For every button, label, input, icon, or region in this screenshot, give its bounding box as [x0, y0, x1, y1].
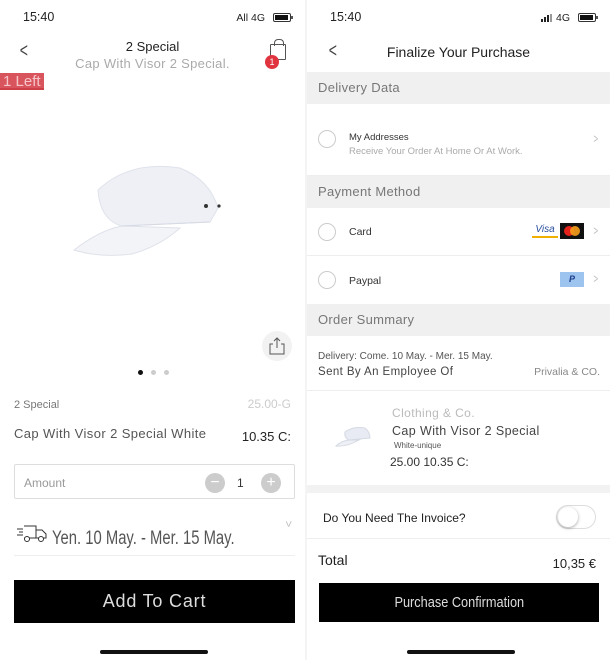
page-title: 2 Special: [125, 39, 180, 54]
chevron-down-icon: >: [281, 520, 294, 528]
paypal-label: Paypal: [349, 275, 382, 287]
address-subtitle: Receive Your Order At Home Or At Work.: [349, 146, 523, 157]
delivery-truck-icon: [17, 525, 47, 542]
home-indicator[interactable]: [407, 650, 515, 654]
address-option[interactable]: My Addresses Receive Your Order At Home …: [307, 104, 610, 176]
card-label: Card: [349, 226, 372, 238]
network-indicator: 4G: [555, 12, 570, 24]
battery-icon: [578, 13, 598, 22]
address-title: My Addresses: [349, 132, 409, 143]
order-item-brand: Clothing & Co.: [392, 406, 475, 420]
order-item-price: 25.00 10.35 C:: [390, 455, 469, 469]
order-summary-header: Order Summary: [307, 304, 610, 336]
total-label: Total: [318, 552, 348, 568]
carousel-dots[interactable]: [138, 362, 177, 375]
original-price: 25.00-G: [247, 397, 291, 411]
delivery-estimate: Yen. 10 May. - Mer. 15 May.: [52, 528, 235, 549]
delivery-section-header: Delivery Data: [307, 72, 610, 104]
home-indicator[interactable]: [100, 650, 208, 654]
product-price: 10.35 C:: [241, 429, 291, 444]
section-separator: [307, 485, 610, 493]
summary-delivery-dates: Delivery: Come. 10 May. - Mer. 15 May.: [318, 351, 493, 362]
network-indicator: All 4G: [236, 12, 265, 24]
paypal-logo-icon: P: [560, 272, 584, 287]
purchase-confirmation-button[interactable]: Purchase Confirmation: [319, 583, 599, 622]
quantity-stepper: Amount − 1 +: [14, 464, 295, 499]
carousel-dot[interactable]: [138, 370, 143, 375]
checkout-screen: 15:40 4G < Finalize Your Purchase Delive…: [307, 0, 610, 660]
signal-icon: [541, 14, 553, 22]
status-time: 15:40: [330, 10, 362, 24]
order-item-name: Cap With Visor 2 Special: [392, 424, 540, 438]
card-radio[interactable]: [318, 223, 336, 241]
invoice-toggle[interactable]: [556, 505, 596, 529]
payment-section-header: Payment Method: [307, 176, 610, 208]
sent-by-label: Sent By An Employee Of: [318, 366, 454, 378]
increase-quantity-button[interactable]: +: [261, 473, 281, 493]
carousel-dot[interactable]: [151, 370, 156, 375]
chevron-right-icon: >: [593, 271, 599, 286]
stock-tag: 1 Left: [0, 73, 44, 90]
purchase-confirmation-label: Purchase Confirmation: [394, 594, 524, 611]
cart-count-badge: 1: [265, 55, 279, 69]
seller-name: Privalia & CO.: [534, 366, 600, 378]
quantity-value: 1: [237, 476, 244, 490]
mastercard-logo-icon: [560, 223, 584, 239]
paypal-radio[interactable]: [318, 271, 336, 289]
invoice-label: Do You Need The Invoice?: [323, 511, 466, 525]
delivery-estimate-row[interactable]: Yen. 10 May. - Mer. 15 May. >: [14, 518, 295, 556]
share-icon: [269, 337, 285, 355]
status-time: 15:40: [23, 10, 55, 24]
quantity-label: Amount: [24, 476, 66, 490]
chevron-right-icon: >: [593, 223, 599, 238]
chevron-right-icon: >: [593, 131, 599, 146]
divider: [307, 390, 610, 391]
product-image[interactable]: [60, 150, 230, 270]
invoice-row: Do You Need The Invoice?: [307, 499, 610, 539]
product-brand: 2 Special: [14, 399, 60, 411]
page-subtitle: Cap With Visor 2 Special.: [75, 56, 230, 71]
product-name: Cap With Visor 2 Special White: [14, 426, 207, 441]
product-screen: 15:40 All 4G < 2 Special Cap With Visor …: [0, 0, 305, 660]
payment-option-paypal[interactable]: Paypal P >: [307, 256, 610, 304]
address-radio[interactable]: [318, 130, 336, 148]
share-button[interactable]: [262, 331, 292, 361]
status-bar: 15:40 4G: [322, 10, 598, 26]
page-title: Finalize Your Purchase: [386, 44, 531, 60]
visa-logo-icon: Visa: [532, 224, 558, 238]
carousel-dot[interactable]: [164, 370, 169, 375]
total-value: 10,35 €: [552, 556, 596, 571]
add-to-cart-button[interactable]: Add To Cart: [14, 580, 295, 623]
battery-icon: [273, 13, 293, 22]
status-bar: 15:40 All 4G: [15, 10, 293, 26]
payment-option-card[interactable]: Card Visa >: [307, 208, 610, 256]
order-item-variant: White-unique: [394, 441, 442, 450]
order-item-thumbnail: [335, 427, 371, 447]
decrease-quantity-button[interactable]: −: [205, 473, 225, 493]
